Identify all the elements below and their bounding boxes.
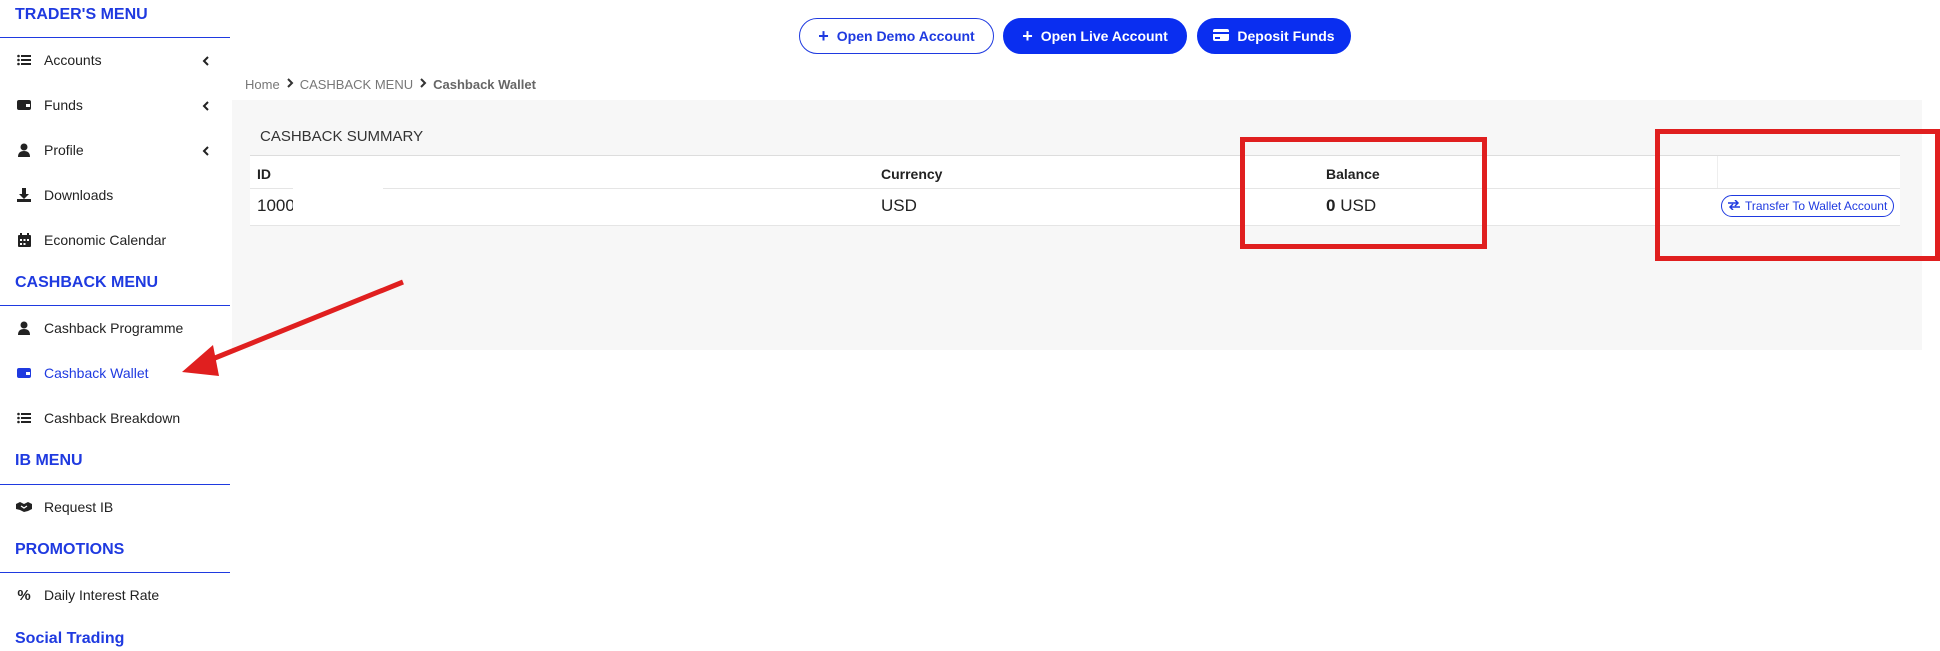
annotation-arrow <box>182 279 404 376</box>
page-root: TRADER'S MENU Accounts Funds Profile Dow… <box>0 0 1940 651</box>
